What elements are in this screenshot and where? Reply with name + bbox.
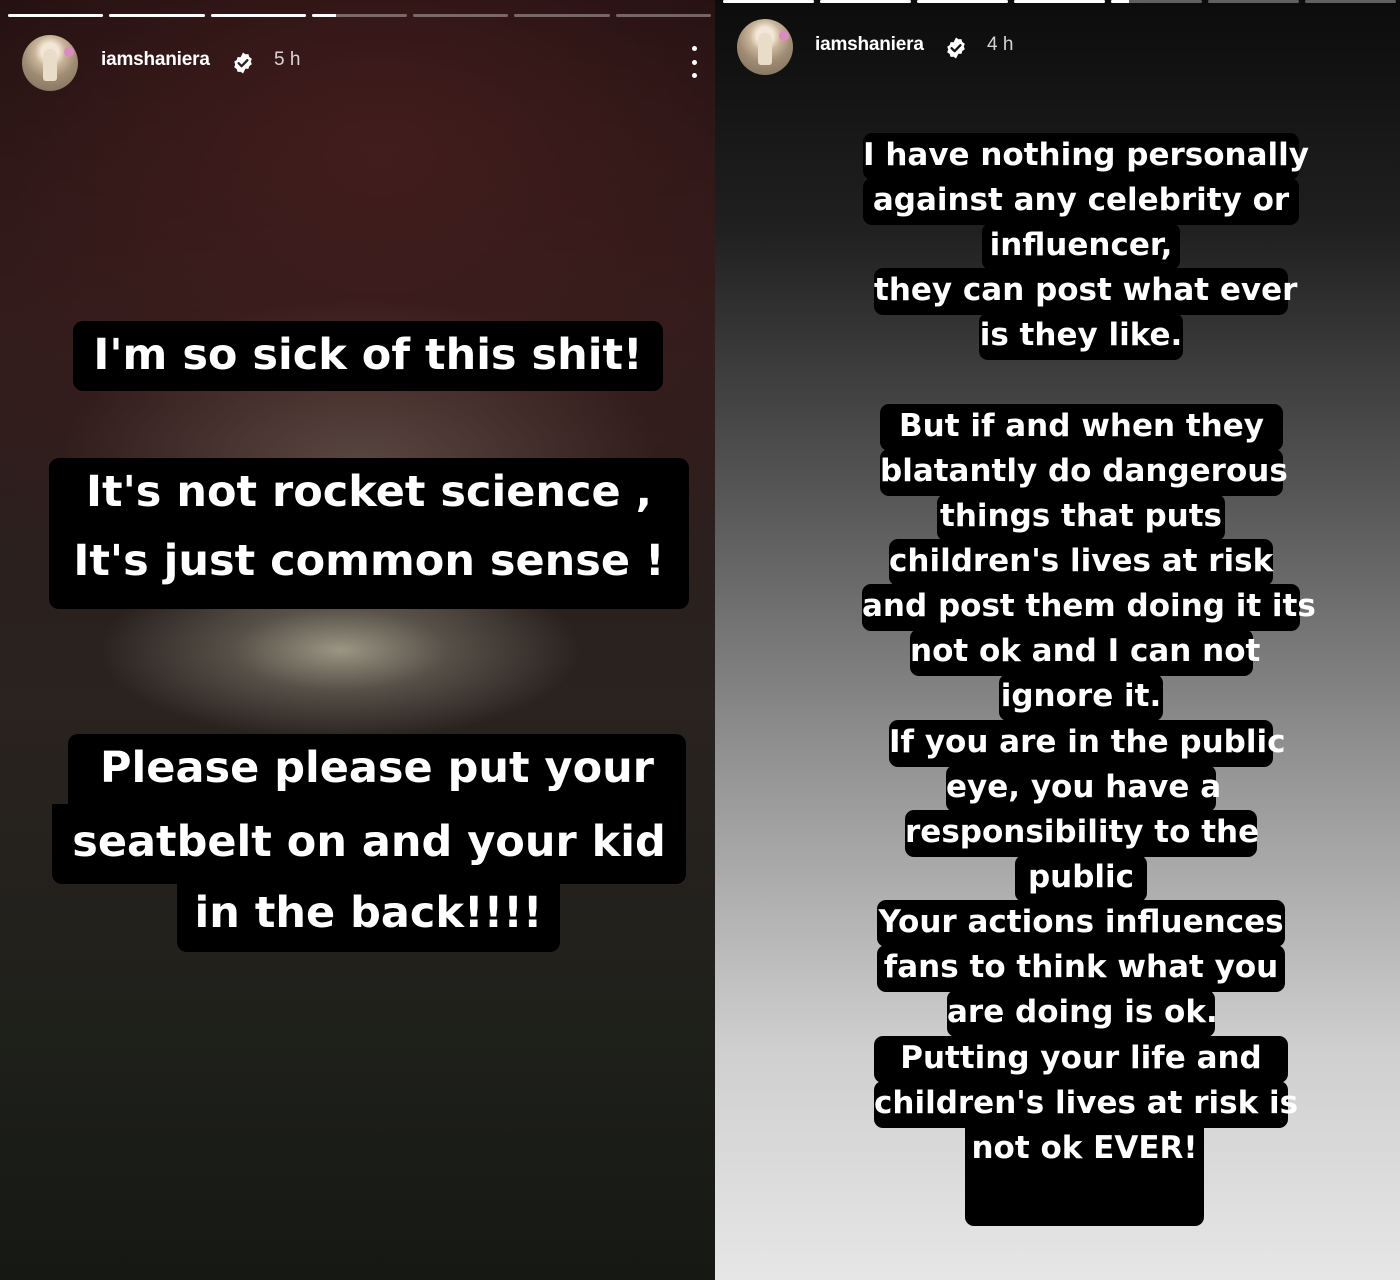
username[interactable]: iamshaniera xyxy=(815,34,924,56)
progress-segment xyxy=(615,14,711,17)
story-text-line: influencer, xyxy=(982,223,1180,270)
progress-segment xyxy=(917,0,1008,3)
post-time: 4 h xyxy=(987,34,1014,55)
progress-segment xyxy=(413,14,509,17)
story-text-line: fans to think what you xyxy=(877,945,1285,992)
progress-segment xyxy=(210,14,306,17)
progress-fill xyxy=(1014,0,1105,3)
story-text-line: Putting your life and xyxy=(874,1036,1288,1083)
story-text-line: But if and when they xyxy=(880,404,1283,451)
progress-segment xyxy=(514,14,610,17)
story-text-line: It's just common sense ! xyxy=(49,527,689,609)
progress-fill xyxy=(8,14,104,17)
story-text-line: children's lives at risk xyxy=(889,539,1273,586)
story-panel-right[interactable]: iamshaniera 4 h I have nothing personall… xyxy=(715,0,1400,1280)
story-text-line: seatbelt on and your kid xyxy=(52,804,686,884)
story-text-line: Please please put your xyxy=(68,734,686,804)
story-text-line: not ok EVER! xyxy=(965,1126,1204,1226)
story-text-line: responsibility to the xyxy=(905,810,1259,857)
story-text-line: public xyxy=(1015,855,1147,902)
progress-fill xyxy=(311,14,336,17)
story-text-line: is they like. xyxy=(979,313,1183,360)
story-text-line: eye, you have a xyxy=(946,765,1221,812)
story-progress-bar xyxy=(8,14,711,17)
story-progress-bar xyxy=(723,0,1396,3)
story-header: iamshaniera 5 h xyxy=(0,32,715,92)
story-text-line: blatantly do dangerous xyxy=(880,449,1288,496)
post-time: 5 h xyxy=(274,49,301,70)
story-text-line: If you are in the public xyxy=(889,720,1285,767)
story-text-line: I have nothing personally xyxy=(863,133,1309,180)
story-text-line: It's not rocket science , xyxy=(49,458,689,528)
progress-segment xyxy=(1111,0,1202,3)
progress-fill xyxy=(917,0,1008,3)
story-header: iamshaniera 4 h xyxy=(715,16,1400,76)
story-text-line: ignore it. xyxy=(999,674,1163,721)
story-text-line: things that puts xyxy=(937,494,1225,541)
progress-segment xyxy=(820,0,911,3)
story-text-line: against any celebrity or xyxy=(863,178,1299,225)
story-text-line: and post them doing it its xyxy=(862,584,1316,631)
progress-fill xyxy=(1111,0,1130,3)
progress-segment xyxy=(311,14,408,17)
progress-fill xyxy=(109,14,205,17)
story-text-line: children's lives at risk is xyxy=(874,1081,1298,1128)
story-text-line: I'm so sick of this shit! xyxy=(73,321,663,391)
progress-segment xyxy=(1014,0,1105,3)
story-text-line: in the back!!!! xyxy=(177,882,560,952)
progress-segment xyxy=(1305,0,1396,3)
story-text-line: not ok and I can not xyxy=(910,629,1260,676)
progress-fill xyxy=(820,0,911,3)
progress-segment xyxy=(8,14,104,17)
story-text-line: Your actions influences xyxy=(877,900,1285,947)
progress-segment xyxy=(109,14,205,17)
avatar[interactable] xyxy=(22,35,78,91)
avatar[interactable] xyxy=(737,19,793,75)
verified-badge-icon xyxy=(947,37,965,59)
story-text-line: are doing is ok. xyxy=(947,990,1218,1037)
avatar-figure xyxy=(758,33,772,65)
avatar-flower xyxy=(779,31,789,41)
progress-fill xyxy=(723,0,814,3)
verified-badge-icon xyxy=(234,52,252,74)
progress-segment xyxy=(723,0,814,3)
progress-fill xyxy=(210,14,306,17)
more-options-icon[interactable] xyxy=(688,46,700,78)
story-panel-left[interactable]: iamshaniera 5 h I'm so sick of this shit… xyxy=(0,0,715,1280)
story-text-line: they can post what ever xyxy=(874,268,1297,315)
progress-segment xyxy=(1208,0,1299,3)
avatar-figure xyxy=(43,49,57,81)
avatar-flower xyxy=(64,47,74,57)
username[interactable]: iamshaniera xyxy=(101,49,210,71)
